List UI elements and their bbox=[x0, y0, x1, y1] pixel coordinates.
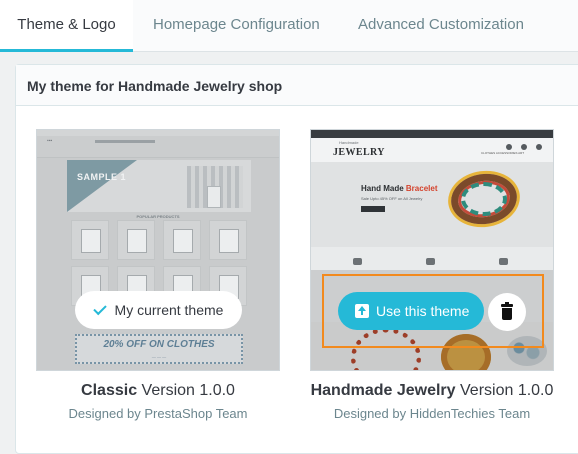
tab-bar: Theme & Logo Homepage Configuration Adva… bbox=[0, 0, 578, 52]
preview-cart-icon bbox=[536, 144, 542, 150]
preview-logo-big: JEWELRY bbox=[333, 147, 385, 158]
preview-nav: CLOTHES ACCESSORIES ART bbox=[481, 151, 525, 155]
theme-card-classic[interactable]: ▪▪▪ SAMPLE 1 POPULAR PRODUCTS 20% OFF ON… bbox=[36, 129, 280, 371]
panel-title: My theme for Handmade Jewelry shop bbox=[16, 65, 578, 106]
delete-theme-button[interactable] bbox=[488, 293, 526, 331]
theme-author-classic: Designed by PrestaShop Team bbox=[68, 406, 248, 421]
preview-promo-banner: 20% OFF ON CLOTHES — — — bbox=[75, 334, 243, 364]
trash-icon bbox=[501, 302, 513, 307]
preview-product bbox=[71, 220, 109, 260]
current-theme-badge: My current theme bbox=[75, 291, 242, 329]
preview-logo-small: Handmade bbox=[339, 140, 359, 145]
preview-hero-title: Hand Made Bracelet bbox=[361, 184, 438, 193]
preview-product bbox=[209, 220, 247, 260]
preview-product bbox=[117, 220, 155, 260]
tab-advanced-customization[interactable]: Advanced Customization bbox=[358, 0, 524, 52]
theme-card-handmade-jewelry[interactable]: Handmade JEWELRY CLOTHES ACCESSORIES ART… bbox=[310, 129, 554, 371]
check-icon bbox=[92, 301, 107, 316]
theme-preview-classic: ▪▪▪ SAMPLE 1 POPULAR PRODUCTS 20% OFF ON… bbox=[37, 130, 279, 370]
theme-author-handmade-jewelry: Designed by HiddenTechies Team bbox=[333, 406, 531, 421]
preview-product bbox=[163, 220, 201, 260]
preview-hero-subtitle: Sale Upto 45% OFF on All Jewelry bbox=[361, 196, 423, 201]
current-theme-label: My current theme bbox=[114, 302, 224, 318]
theme-name-handmade-jewelry: Handmade Jewelry Version 1.0.0 bbox=[310, 382, 554, 399]
theme-name-classic: Classic Version 1.0.0 bbox=[81, 382, 235, 399]
tab-homepage-configuration[interactable]: Homepage Configuration bbox=[153, 0, 320, 52]
use-this-theme-button[interactable]: Use this theme bbox=[338, 292, 484, 330]
preview-section-title: POPULAR PRODUCTS bbox=[136, 214, 180, 219]
upload-icon bbox=[355, 304, 369, 318]
tab-theme-logo[interactable]: Theme & Logo bbox=[0, 0, 133, 52]
preview-hero-title: SAMPLE 1 bbox=[77, 172, 127, 182]
preview-search-icon bbox=[506, 144, 512, 150]
theme-panel: My theme for Handmade Jewelry shop ▪▪▪ S… bbox=[15, 64, 578, 454]
preview-user-icon bbox=[521, 144, 527, 150]
